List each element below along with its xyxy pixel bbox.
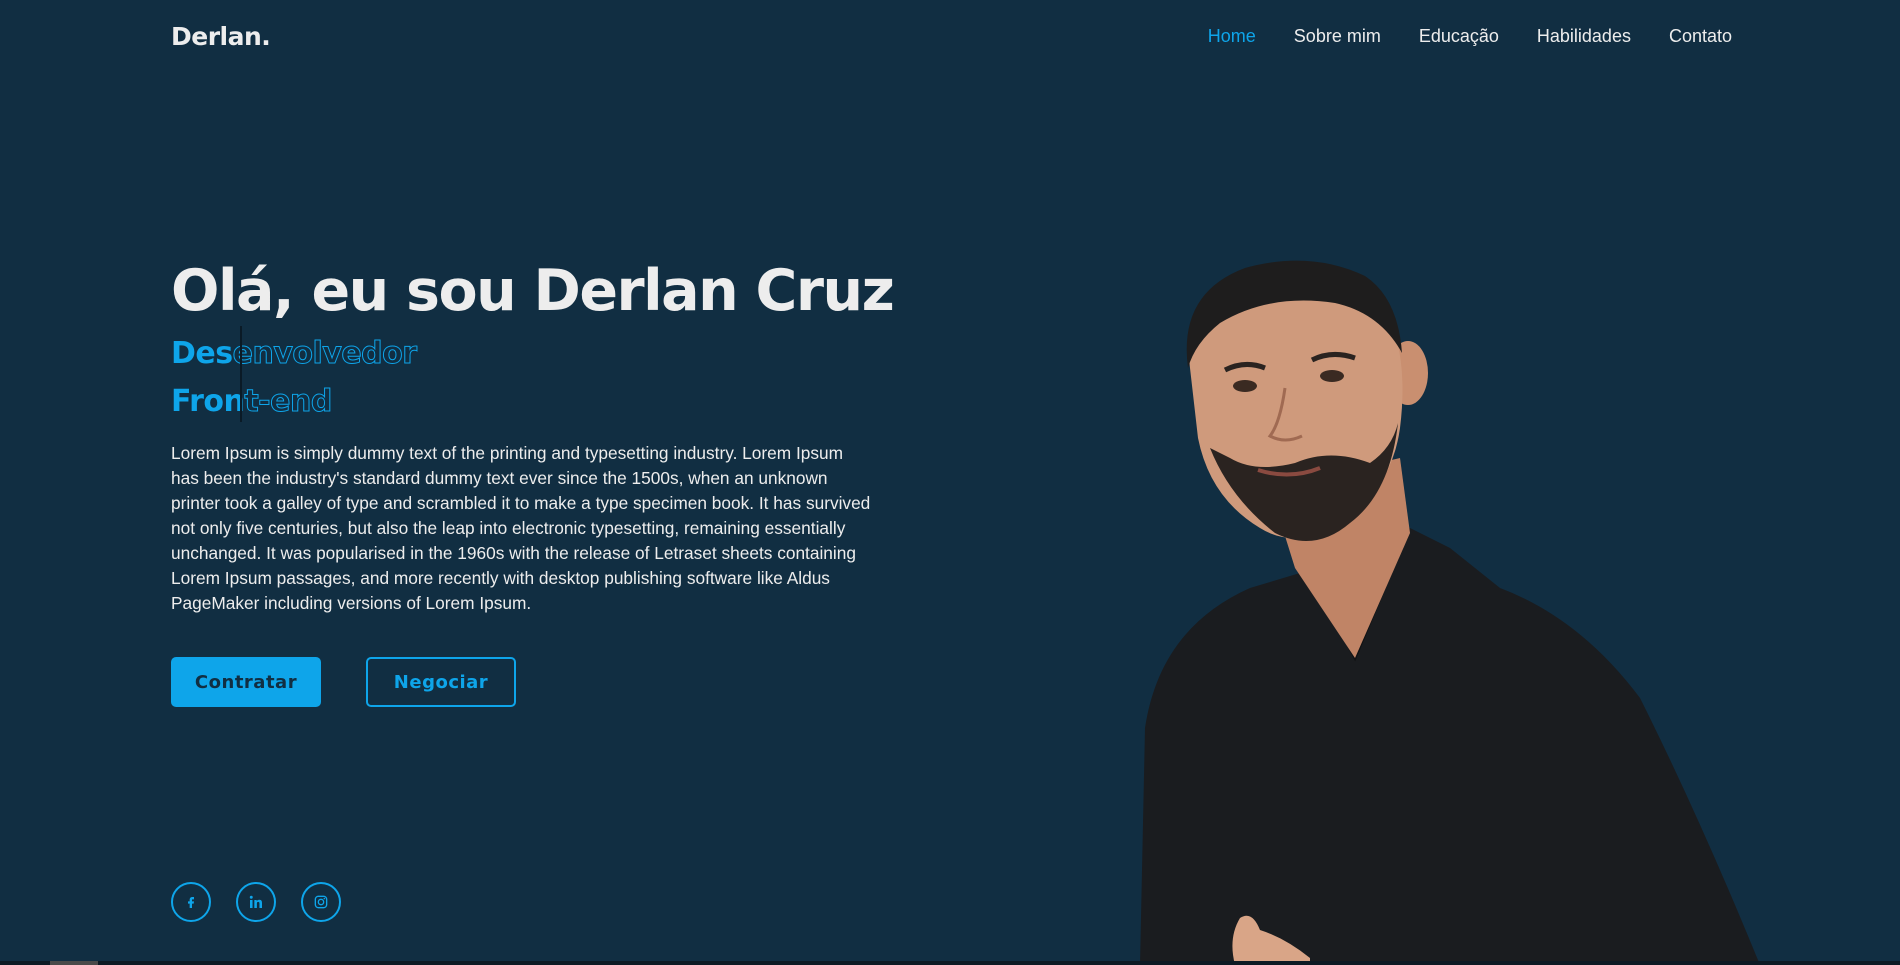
social-links — [171, 882, 341, 922]
profile-photo — [1140, 260, 1760, 965]
typing-line-1: Desenvolvedor — [171, 330, 418, 378]
instagram-icon — [314, 895, 328, 909]
facebook-link[interactable] — [171, 882, 211, 922]
contratar-button[interactable]: Contratar — [171, 657, 321, 707]
typing-line-2: Front-end — [171, 378, 417, 426]
typing-line-1-filled: Des — [171, 336, 233, 371]
instagram-link[interactable] — [301, 882, 341, 922]
site-header: Derlan. Home Sobre mim Educação Habilida… — [0, 0, 1900, 76]
main-nav: Home Sobre mim Educação Habilidades Cont… — [1208, 26, 1732, 47]
negociar-button[interactable]: Negociar — [366, 657, 516, 707]
typing-line-2-outline: t-end — [244, 384, 333, 420]
typing-line-1-outline: envolvedor — [232, 336, 417, 372]
hero-description: Lorem Ipsum is simply dummy text of the … — [171, 443, 871, 613]
hero-title: Olá, eu sou Derlan Cruz — [171, 258, 895, 324]
facebook-icon — [188, 897, 194, 908]
nav-educacao[interactable]: Educação — [1419, 26, 1499, 47]
logo[interactable]: Derlan. — [171, 22, 271, 51]
horizontal-scrollbar[interactable] — [0, 961, 1900, 965]
typing-subtitle: Desenvolvedor Front-end — [171, 330, 418, 426]
typing-line-2-filled: Fron — [171, 384, 245, 419]
nav-home[interactable]: Home — [1208, 26, 1256, 47]
scrollbar-thumb[interactable] — [50, 961, 98, 965]
nav-sobre-mim[interactable]: Sobre mim — [1294, 26, 1381, 47]
linkedin-link[interactable] — [236, 882, 276, 922]
linkedin-icon — [249, 895, 262, 908]
nav-contato[interactable]: Contato — [1669, 26, 1732, 47]
nav-habilidades[interactable]: Habilidades — [1537, 26, 1631, 47]
typing-caret — [240, 326, 242, 422]
